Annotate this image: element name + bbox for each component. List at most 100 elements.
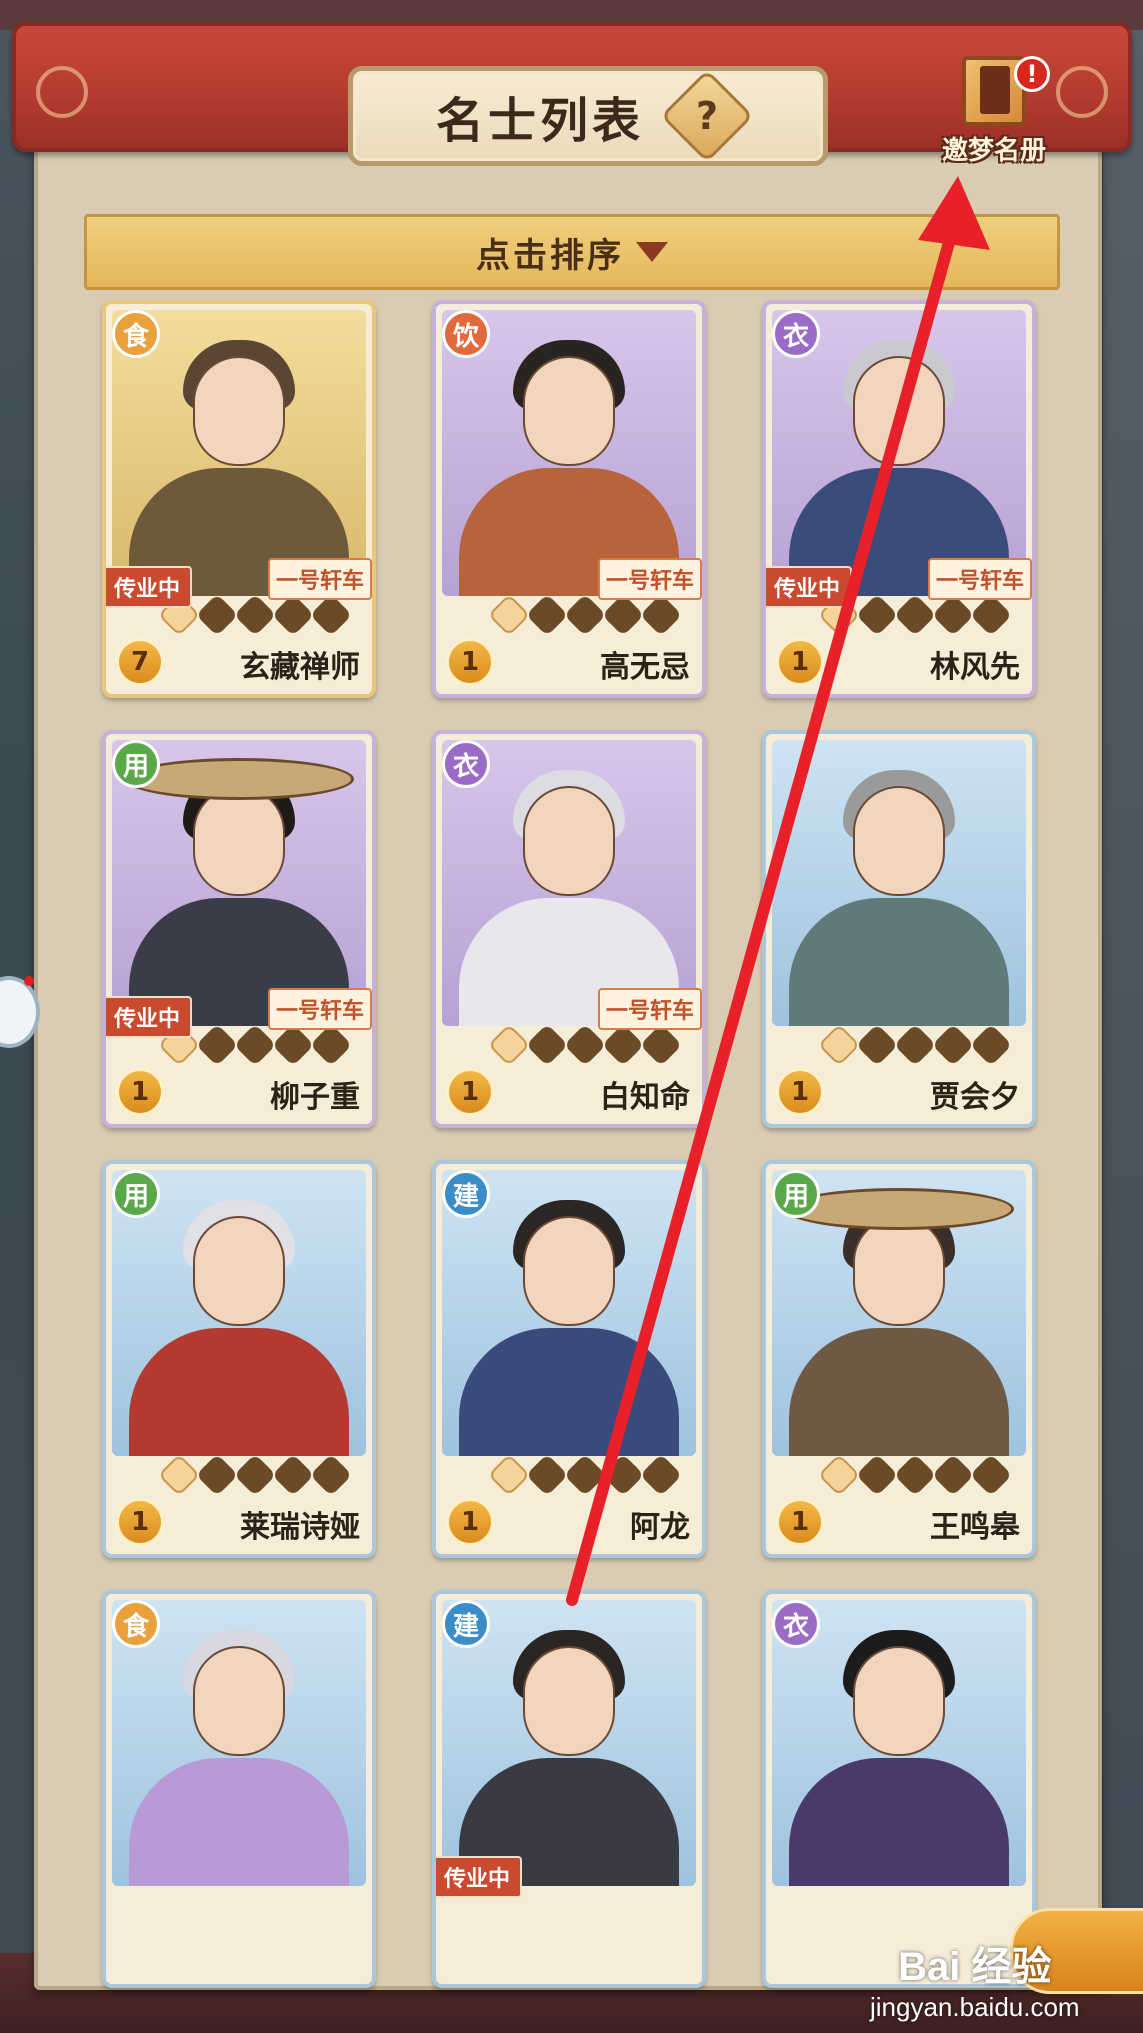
character-card[interactable]: 食 <box>102 1590 376 1988</box>
portrait-body <box>129 1758 349 1886</box>
star-empty-icon <box>271 593 315 637</box>
notification-dot <box>24 976 34 986</box>
star-empty-icon <box>969 1023 1013 1067</box>
teaching-tag: 传业中 <box>766 566 853 608</box>
character-name: 贾会夕 <box>930 1080 1020 1115</box>
type-badge: 用 <box>112 1170 160 1218</box>
star-empty-icon <box>195 593 239 637</box>
sort-label: 点击排序 <box>476 235 624 276</box>
star-empty-icon <box>271 1453 315 1497</box>
star-rating <box>487 593 683 637</box>
character-portrait <box>772 740 1026 1026</box>
star-empty-icon <box>525 1023 569 1067</box>
character-name: 阿龙 <box>630 1510 690 1545</box>
star-filled-icon <box>487 1453 531 1497</box>
teaching-tag: 传业中 <box>106 566 193 608</box>
star-empty-icon <box>931 1023 975 1067</box>
star-filled-icon <box>817 1453 861 1497</box>
star-filled-icon <box>487 593 531 637</box>
type-badge: 用 <box>772 1170 820 1218</box>
watermark: Bai 经验 jingyan.baidu.com <box>870 1934 1080 2023</box>
star-empty-icon <box>601 1023 645 1067</box>
level-badge: 7 <box>116 638 164 686</box>
cart-tag: 一号轩车 <box>267 558 372 600</box>
type-badge: 用 <box>112 740 160 788</box>
watermark-brand: Bai 经验 <box>898 1945 1052 1989</box>
star-empty-icon <box>639 1453 683 1497</box>
star-empty-icon <box>233 593 277 637</box>
star-rating <box>157 1453 353 1497</box>
star-empty-icon <box>639 1023 683 1067</box>
portrait-body <box>459 1328 679 1456</box>
level-badge: 1 <box>776 1498 824 1546</box>
level-badge: 1 <box>446 1068 494 1116</box>
cart-tag: 一号轩车 <box>927 558 1032 600</box>
portrait-face <box>193 1216 285 1326</box>
star-empty-icon <box>233 1023 277 1067</box>
level-badge: 1 <box>116 1498 164 1546</box>
cart-tag: 一号轩车 <box>597 988 702 1030</box>
character-card[interactable]: 建传业中 <box>432 1590 706 1988</box>
star-filled-icon <box>157 1453 201 1497</box>
character-card[interactable]: 用 1 莱瑞诗娅 <box>102 1160 376 1558</box>
portrait-face <box>853 356 945 466</box>
character-name: 莱瑞诗娅 <box>240 1510 360 1545</box>
character-card[interactable]: 用传业中 一号轩车 1 柳子重 <box>102 730 376 1128</box>
portrait-body <box>129 1328 349 1456</box>
type-badge: 衣 <box>442 740 490 788</box>
sort-button[interactable]: 点击排序 <box>84 214 1060 290</box>
type-badge: 建 <box>442 1600 490 1648</box>
star-empty-icon <box>601 593 645 637</box>
portrait-body <box>789 898 1009 1026</box>
dream-roster-button[interactable]: 邀梦名册 ! <box>934 56 1054 174</box>
character-card[interactable]: 食传业中 一号轩车 7 玄藏禅师 <box>102 300 376 698</box>
star-empty-icon <box>563 1453 607 1497</box>
type-badge: 衣 <box>772 1600 820 1648</box>
star-empty-icon <box>931 1453 975 1497</box>
star-empty-icon <box>893 1023 937 1067</box>
star-empty-icon <box>525 1453 569 1497</box>
type-badge: 建 <box>442 1170 490 1218</box>
character-name: 王鸣皋 <box>930 1510 1020 1545</box>
cart-tag: 一号轩车 <box>267 988 372 1030</box>
star-empty-icon <box>893 1453 937 1497</box>
portrait-face <box>193 356 285 466</box>
star-empty-icon <box>309 1023 353 1067</box>
character-card[interactable]: 衣传业中 一号轩车 1 林风先 <box>762 300 1036 698</box>
type-badge: 饮 <box>442 310 490 358</box>
cart-tag: 一号轩车 <box>597 558 702 600</box>
help-button[interactable]: ? <box>660 69 754 163</box>
star-empty-icon <box>601 1453 645 1497</box>
character-name: 白知命 <box>600 1080 690 1115</box>
star-empty-icon <box>563 1023 607 1067</box>
caret-down-icon <box>636 242 668 262</box>
type-badge: 食 <box>112 1600 160 1648</box>
star-empty-icon <box>639 593 683 637</box>
character-card[interactable]: 建 1 阿龙 <box>432 1160 706 1558</box>
portrait-body <box>789 1328 1009 1456</box>
character-name: 玄藏禅师 <box>240 650 360 685</box>
character-name: 高无忌 <box>600 650 690 685</box>
portrait-face <box>523 1646 615 1756</box>
character-card[interactable]: 衣一号轩车 1 白知命 <box>432 730 706 1128</box>
portrait-face <box>853 786 945 896</box>
character-card[interactable]: 衣 <box>762 1590 1036 1988</box>
star-empty-icon <box>855 1023 899 1067</box>
character-card[interactable]: 饮一号轩车 1 高无忌 <box>432 300 706 698</box>
star-empty-icon <box>195 1023 239 1067</box>
header-bar: 名士列表 ? 邀梦名册 ! <box>12 22 1132 166</box>
star-empty-icon <box>855 593 899 637</box>
character-card[interactable]: 1 贾会夕 <box>762 730 1036 1128</box>
character-card[interactable]: 用 1 王鸣皋 <box>762 1160 1036 1558</box>
star-empty-icon <box>893 593 937 637</box>
star-empty-icon <box>563 593 607 637</box>
star-empty-icon <box>195 1453 239 1497</box>
star-empty-icon <box>309 593 353 637</box>
star-empty-icon <box>233 1453 277 1497</box>
watermark-url: jingyan.baidu.com <box>870 1992 1080 2022</box>
portrait-face <box>193 786 285 896</box>
portrait-body <box>789 1758 1009 1886</box>
star-rating <box>487 1453 683 1497</box>
level-badge: 1 <box>446 1498 494 1546</box>
star-rating <box>487 1023 683 1067</box>
